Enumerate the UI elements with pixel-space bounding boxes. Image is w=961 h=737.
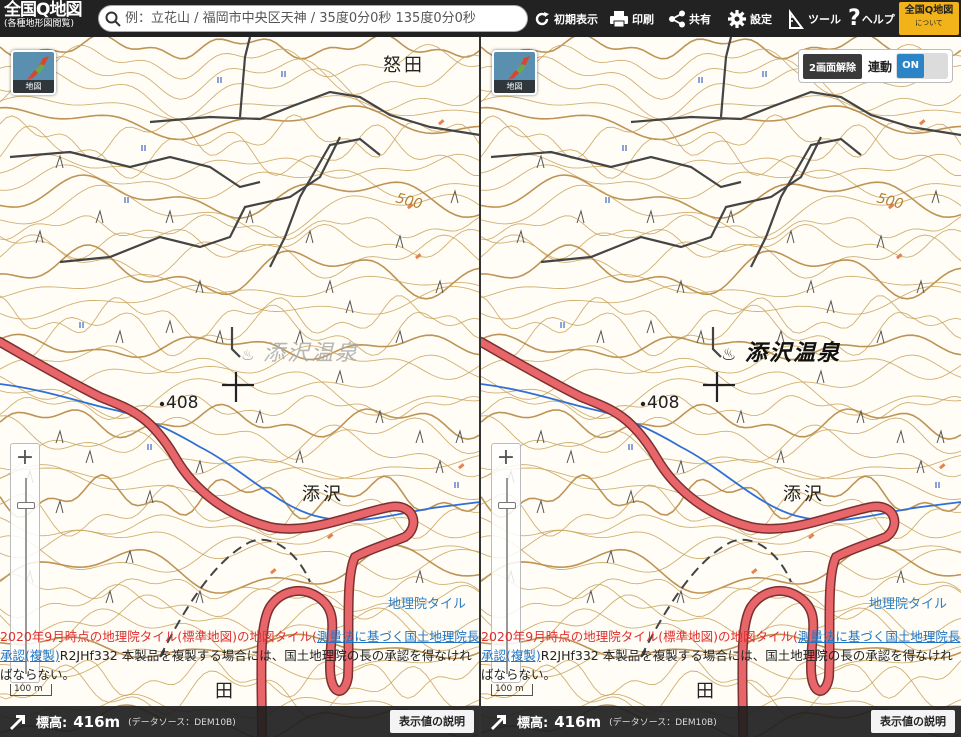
hot-spring-icon: ♨ — [241, 346, 254, 364]
elevation-status-bar: 標高: 416m (データソース：DEM10B) 表示値の説明 — [481, 706, 961, 737]
attribution-tile: の地図タイル( — [718, 629, 798, 644]
map-attribution: 2020年9月時点の地理院タイル(標準地図)の地図タイル(測量法に基づく国土地理… — [0, 627, 480, 684]
logo-title: 全国Q地図 — [4, 0, 82, 20]
elevation-label: 標高: — [36, 716, 68, 731]
share-button[interactable]: 共有 — [668, 5, 711, 32]
tools-button[interactable]: ツール — [787, 5, 841, 32]
settings-button[interactable]: 設定 — [727, 5, 772, 32]
place-name-soesawa: 添沢 — [783, 484, 825, 505]
spot-height-dot — [640, 401, 646, 407]
gear-icon — [728, 9, 746, 28]
place-name-nuta: 怒田 — [383, 55, 425, 76]
about-title: 全国Q地図 — [904, 5, 954, 16]
zoom-slider-handle[interactable] — [17, 502, 35, 509]
attribution-date: 2020年9月時点の地理院タイル(標準地図) — [481, 629, 719, 644]
reset-view-label: 初期表示 — [554, 12, 598, 26]
spot-height-dot — [159, 401, 165, 407]
place-name-onsen: 添沢温泉 — [263, 341, 359, 366]
layer-switch-label: 地図 — [13, 80, 54, 93]
scale-bar: 100 m — [10, 684, 52, 696]
top-toolbar: 全国Q地図 (各種地形図閲覧) 初期表示 印刷 共有 — [0, 0, 961, 37]
spot-height-label: 408 — [647, 393, 679, 413]
help-label: ヘルプ — [861, 12, 895, 26]
elevation-status-bar: 標高: 416m (データソース：DEM10B) 表示値の説明 — [0, 706, 480, 737]
value-explanation-button[interactable]: 表示値の説明 — [871, 710, 955, 733]
sync-toggle[interactable]: ON — [896, 53, 948, 79]
layer-switch-button[interactable]: 地図 — [11, 50, 56, 95]
exit-split-button[interactable]: 2画面解除 — [803, 53, 862, 79]
refresh-icon — [535, 11, 549, 25]
arrow-up-right-icon — [491, 714, 506, 730]
ruler-icon — [789, 8, 804, 29]
layer-switch-label: 地図 — [494, 80, 535, 93]
tools-label: ツール — [808, 12, 841, 26]
search-input[interactable] — [125, 6, 527, 31]
elevation-source: (データソース：DEM10B) — [609, 718, 717, 728]
scale-bar: 100 m — [491, 684, 533, 696]
place-name-soesawa: 添沢 — [302, 484, 344, 505]
elevation-value: 416m — [73, 712, 121, 731]
zoom-slider-handle[interactable] — [498, 502, 516, 509]
sync-toggle-state: ON — [897, 54, 924, 78]
elevation-label: 標高: — [517, 716, 549, 731]
spot-height-label: 408 — [166, 393, 198, 413]
print-button[interactable]: 印刷 — [609, 5, 654, 32]
about-subtitle: について — [915, 18, 943, 27]
help-button[interactable]: ? ヘルプ — [848, 5, 895, 32]
tile-source-label: 地理院タイル — [868, 597, 947, 612]
attribution-notice: R2JHf332 本製品を複製する場合には、国土地理院の長の承認を得なければなら… — [0, 648, 472, 682]
sync-label: 連動 — [867, 59, 892, 74]
place-name-bottom: 田 — [215, 681, 233, 702]
elevation-value: 416m — [554, 712, 602, 731]
zoom-in-button[interactable]: + — [11, 444, 39, 474]
reset-view-button[interactable]: 初期表示 — [533, 5, 598, 32]
share-icon — [669, 10, 685, 27]
question-icon: ? — [848, 6, 861, 31]
split-view-control: 2画面解除 連動 ON — [798, 49, 953, 83]
place-name-bottom: 田 — [696, 681, 714, 702]
settings-label: 設定 — [750, 12, 772, 26]
hot-spring-icon: ♨ — [721, 345, 736, 365]
elevation-source: (データソース：DEM10B) — [128, 718, 236, 728]
map-pane-right[interactable]: 怒田408添沢500田♨添沢温泉 地図 2画面解除 連動 ON + 100 m … — [481, 37, 961, 737]
map-pane-left[interactable]: 怒田 408 添沢 500 田 ♨ 添沢温泉 地図 + 100 m 地理院タイル 2020年… — [0, 37, 480, 737]
print-label: 印刷 — [632, 12, 654, 26]
search-box — [98, 5, 528, 32]
map-attribution: 2020年9月時点の地理院タイル(標準地図)の地図タイル(測量法に基づく国土地理… — [481, 627, 961, 684]
search-icon — [105, 11, 121, 27]
attribution-date: 2020年9月時点の地理院タイル(標準地図) — [0, 629, 238, 644]
value-explanation-button[interactable]: 表示値の説明 — [390, 710, 474, 733]
tile-source-label: 地理院タイル — [387, 597, 466, 612]
attribution-tile: の地図タイル( — [237, 629, 317, 644]
place-name-onsen: 添沢温泉 — [745, 340, 841, 366]
share-label: 共有 — [689, 12, 711, 26]
arrow-up-right-icon — [10, 714, 25, 730]
attribution-notice: R2JHf332 本製品を複製する場合には、国土地理院の長の承認を得なければなら… — [481, 648, 953, 682]
zoom-in-button[interactable]: + — [492, 444, 520, 474]
app-logo[interactable]: 全国Q地図 (各種地形図閲覧) — [0, 0, 96, 37]
printer-icon — [610, 10, 628, 27]
logo-subtitle: (各種地形図閲覧) — [4, 19, 75, 29]
about-button[interactable]: 全国Q地図 について — [899, 2, 959, 35]
layer-switch-button[interactable]: 地図 — [492, 50, 537, 95]
